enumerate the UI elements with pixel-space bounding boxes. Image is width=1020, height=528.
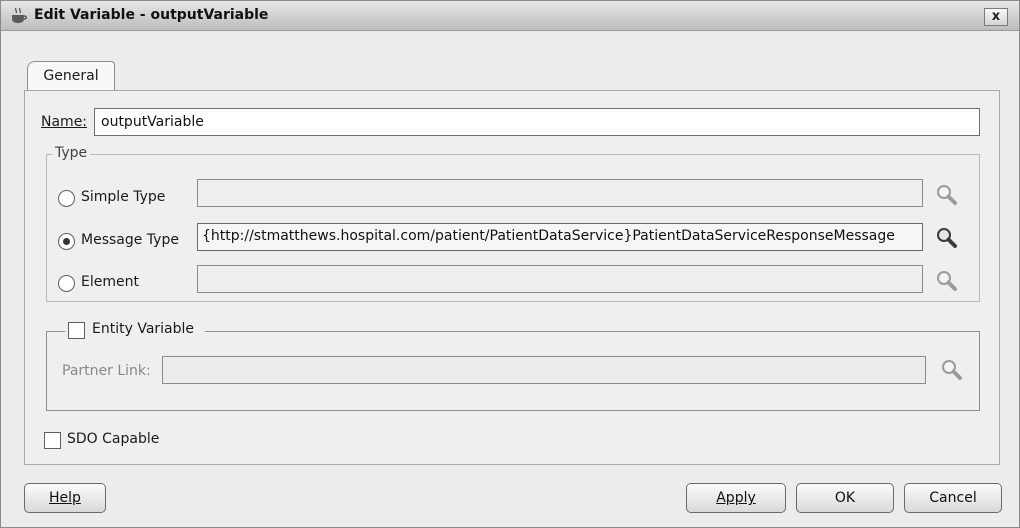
partner-link-field[interactable] (162, 356, 926, 384)
element-label: Element (81, 274, 139, 290)
simple-type-field[interactable] (197, 179, 923, 207)
entity-variable-label: Entity Variable (92, 321, 195, 337)
ok-button[interactable]: OK (796, 483, 894, 513)
coffee-cup-icon (12, 7, 27, 23)
name-label: Name: (41, 114, 88, 130)
simple-type-label: Simple Type (81, 189, 166, 205)
magnifier-icon[interactable] (934, 182, 960, 208)
help-button[interactable]: Help (24, 483, 106, 513)
sdo-capable-checkbox[interactable] (44, 432, 61, 449)
edit-variable-dialog: Edit Variable - outputVariable x General… (0, 0, 1020, 528)
title-bar: Edit Variable - outputVariable x (1, 1, 1019, 31)
element-radio[interactable] (58, 275, 75, 292)
message-type-label: Message Type (81, 232, 179, 248)
entity-variable-checkbox[interactable] (68, 322, 85, 339)
message-type-radio[interactable] (58, 233, 75, 250)
element-field[interactable] (197, 265, 923, 293)
sdo-capable-label: SDO Capable (67, 431, 160, 447)
apply-button[interactable]: Apply (686, 483, 786, 513)
cancel-button[interactable]: Cancel (904, 483, 1002, 513)
message-type-field[interactable]: {http://stmatthews.hospital.com/patient/… (197, 223, 923, 251)
magnifier-icon[interactable] (934, 225, 960, 251)
close-button[interactable]: x (984, 8, 1008, 26)
magnifier-icon[interactable] (934, 268, 960, 294)
window-title: Edit Variable - outputVariable (34, 7, 269, 23)
partner-link-label: Partner Link: (62, 363, 151, 379)
tab-general[interactable]: General (27, 61, 115, 91)
name-input[interactable] (94, 108, 980, 136)
simple-type-radio[interactable] (58, 190, 75, 207)
type-group-title: Type (52, 145, 91, 161)
magnifier-icon[interactable] (939, 357, 965, 383)
